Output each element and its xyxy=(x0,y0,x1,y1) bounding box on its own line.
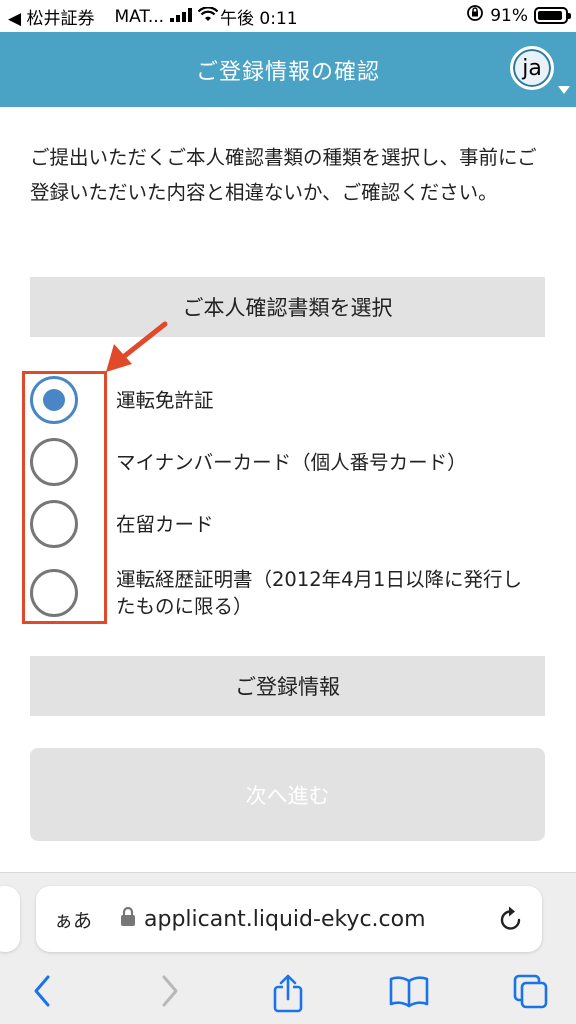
url-text: applicant.liquid-ekyc.com xyxy=(144,906,426,932)
next-button[interactable]: 次へ進む xyxy=(30,748,545,841)
bookmarks-icon[interactable] xyxy=(388,973,430,1013)
lock-icon xyxy=(120,906,136,931)
clock: 午後 0:11 xyxy=(220,9,298,29)
status-bar: ◀ 松井証券 MAT... 午後 0:11 91% xyxy=(0,0,576,32)
share-icon[interactable] xyxy=(272,973,304,1017)
tabs-icon[interactable] xyxy=(512,973,550,1015)
next-button-label: 次へ進む xyxy=(245,783,330,808)
back-to-app-link[interactable]: ◀ 松井証券 xyxy=(8,4,94,29)
reload-icon[interactable] xyxy=(498,905,524,937)
radio-label: マイナンバーカード（個人番号カード） xyxy=(116,450,467,474)
address-bar[interactable]: ぁあ applicant.liquid-ekyc.com xyxy=(36,886,542,952)
intro-text: ご提出いただくご本人確認書類の種類を選択し、事前にご登録いただいた内容と相違ない… xyxy=(30,146,537,204)
carrier-name: MAT... xyxy=(114,6,165,27)
back-icon[interactable] xyxy=(32,973,54,1013)
signal-icon xyxy=(170,7,193,27)
language-selector[interactable]: ja xyxy=(510,46,554,90)
radio-option-my-number-card[interactable]: マイナンバーカード（個人番号カード） xyxy=(30,438,550,486)
annotation-highlight-box xyxy=(22,371,107,624)
wifi-icon xyxy=(197,5,219,27)
language-code: ja xyxy=(522,55,542,81)
browser-bar: ぁあ applicant.liquid-ekyc.com xyxy=(0,872,576,1024)
annotation-arrow-icon xyxy=(106,321,168,372)
app-header: ご登録情報の確認 ja xyxy=(0,32,576,107)
chevron-down-icon[interactable] xyxy=(558,86,570,94)
radio-option-driving-history-certificate[interactable]: 運転経歴証明書（2012年4月1日以降に発行したものに限る） xyxy=(30,566,550,620)
browser-toolbar xyxy=(0,969,576,1019)
radio-label: 運転免許証 xyxy=(116,388,214,412)
registration-section-header: ご登録情報 xyxy=(30,656,545,716)
previous-tab-peek[interactable] xyxy=(0,886,20,952)
forward-icon[interactable] xyxy=(158,973,180,1013)
reader-options-button[interactable]: ぁあ xyxy=(54,906,92,933)
registration-section-title: ご登録情報 xyxy=(235,675,340,699)
document-section-title: ご本人確認書類を選択 xyxy=(182,296,393,320)
battery-percent: 91% xyxy=(490,5,528,26)
radio-option-residence-card[interactable]: 在留カード xyxy=(30,500,550,548)
radio-label: 運転経歴証明書（2012年4月1日以降に発行したものに限る） xyxy=(116,568,522,618)
battery-icon xyxy=(534,7,571,24)
page-title: ご登録情報の確認 xyxy=(195,59,380,85)
orientation-lock-icon xyxy=(466,4,484,27)
radio-option-drivers-license[interactable]: 運転免許証 xyxy=(30,376,550,424)
radio-label: 在留カード xyxy=(116,512,214,536)
